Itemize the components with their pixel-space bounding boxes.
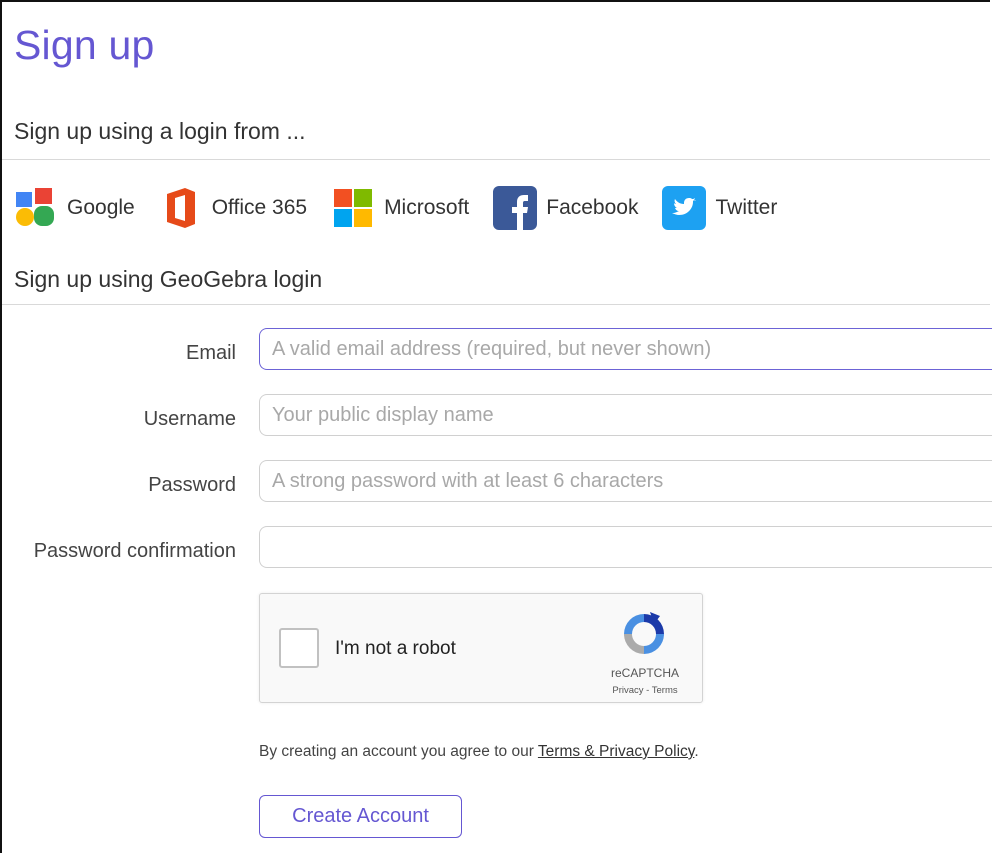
page-title: Sign up bbox=[14, 22, 155, 68]
username-field[interactable] bbox=[259, 394, 992, 436]
facebook-login-button[interactable]: Facebook bbox=[493, 186, 638, 230]
twitter-login-button[interactable]: Twitter bbox=[662, 186, 777, 230]
provider-label: Twitter bbox=[715, 196, 778, 219]
geogebra-login-heading: Sign up using GeoGebra login bbox=[14, 266, 323, 292]
recaptcha-widget: I'm not a robot reCAPTCHA Privacy - Term… bbox=[259, 593, 703, 703]
divider bbox=[2, 304, 990, 305]
agreement-suffix: . bbox=[694, 743, 699, 760]
facebook-icon bbox=[493, 186, 538, 230]
recaptcha-privacy-terms[interactable]: Privacy - Terms bbox=[600, 685, 690, 696]
social-login-heading: Sign up using a login from ... bbox=[14, 118, 306, 144]
social-providers: Google Office 365 Microsoft Facebook Twi… bbox=[14, 185, 801, 231]
google-login-button[interactable]: Google bbox=[14, 186, 135, 230]
password-field[interactable] bbox=[259, 460, 992, 502]
twitter-icon bbox=[662, 186, 707, 230]
recaptcha-brand: reCAPTCHA bbox=[610, 666, 679, 680]
password-confirmation-label: Password confirmation bbox=[33, 540, 236, 562]
email-field[interactable] bbox=[259, 328, 992, 370]
microsoft-icon bbox=[331, 186, 375, 230]
username-label: Username bbox=[143, 408, 236, 430]
terms-agreement: By creating an account you agree to our … bbox=[259, 743, 699, 761]
provider-label: Facebook bbox=[546, 196, 639, 219]
email-label: Email bbox=[185, 342, 236, 364]
provider-label: Google bbox=[67, 196, 135, 219]
divider bbox=[2, 159, 990, 160]
agreement-text: By creating an account you agree to our bbox=[259, 743, 538, 760]
google-icon bbox=[14, 186, 58, 230]
provider-label: Microsoft bbox=[384, 196, 470, 219]
recaptcha-checkbox[interactable] bbox=[279, 628, 319, 668]
create-account-button[interactable]: Create Account bbox=[259, 795, 462, 838]
password-label: Password bbox=[148, 474, 236, 496]
office-365-icon bbox=[159, 186, 203, 230]
provider-label: Office 365 bbox=[211, 196, 308, 219]
terms-privacy-link[interactable]: Terms & Privacy Policy bbox=[538, 743, 694, 760]
password-confirmation-field[interactable] bbox=[259, 526, 992, 568]
microsoft-login-button[interactable]: Microsoft bbox=[331, 186, 469, 230]
recaptcha-label: I'm not a robot bbox=[335, 638, 456, 659]
recaptcha-icon bbox=[624, 612, 664, 654]
office-365-login-button[interactable]: Office 365 bbox=[159, 186, 307, 230]
